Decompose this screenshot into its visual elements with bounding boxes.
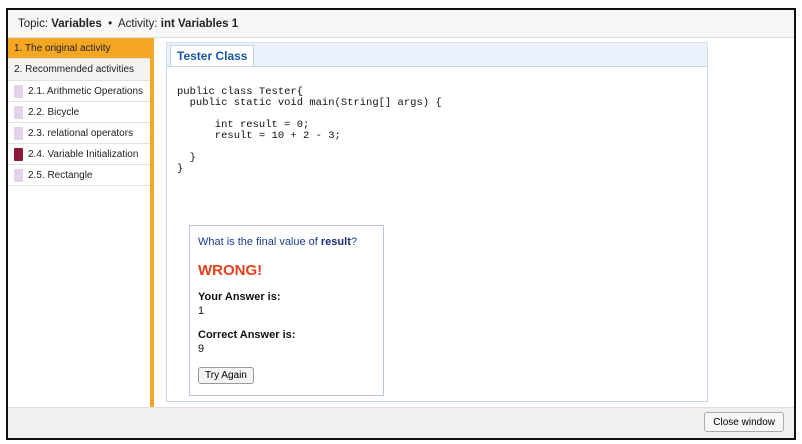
question-box: What is the final value of result? WRONG… — [189, 225, 384, 396]
code-panel: public class Tester{ public static void … — [166, 66, 708, 402]
topbar-separator: • — [108, 18, 113, 30]
sidebar-item-label: 2.4. Variable Initialization — [28, 149, 139, 160]
sidebar-item-label: 2.2. Bicycle — [28, 107, 80, 118]
sidebar-item-label: 2.5. Rectangle — [28, 170, 93, 181]
correct-answer-value: 9 — [198, 343, 205, 355]
activity-swatch-icon — [14, 147, 23, 161]
correct-answer-label: Correct Answer is: — [198, 329, 296, 341]
sidebar-item-variable-initialization[interactable]: 2.4. Variable Initialization — [8, 144, 150, 165]
popup-window: Topic: Variables • Activity: int Variabl… — [6, 8, 796, 440]
sidebar-item-label: 2.1. Arithmetic Operations — [28, 86, 144, 97]
topic-label: Topic: — [18, 18, 49, 30]
sidebar-item-label: 1. The original activity — [14, 43, 111, 54]
topbar: Topic: Variables • Activity: int Variabl… — [8, 10, 794, 38]
question-suffix: ? — [350, 236, 357, 248]
footer-bar: Close window — [8, 407, 794, 438]
activity-swatch-icon — [14, 126, 23, 140]
activity-swatch-icon — [14, 84, 23, 98]
sidebar-item-bicycle[interactable]: 2.2. Bicycle — [8, 102, 150, 123]
tab-strip: Tester Class — [166, 42, 708, 67]
sidebar-item-label: 2. Recommended activities — [14, 64, 135, 75]
main-content: Tester Class public class Tester{ public… — [154, 38, 794, 410]
tab-tester-class[interactable]: Tester Class — [170, 45, 255, 67]
question-variable: result — [320, 236, 351, 248]
activity-swatch-icon — [14, 168, 23, 182]
verdict-text: WRONG! — [198, 262, 263, 279]
activity-label: Activity: — [117, 18, 158, 30]
activity-value: int Variables 1 — [160, 18, 239, 30]
code-block: public class Tester{ public static void … — [177, 86, 442, 175]
topic-value: Variables — [51, 18, 102, 30]
close-window-button[interactable]: Close window — [704, 412, 784, 432]
sidebar-item-original-activity[interactable]: 1. The original activity — [8, 38, 150, 59]
try-again-button[interactable]: Try Again — [198, 367, 254, 384]
sidebar-item-rectangle[interactable]: 2.5. Rectangle — [8, 165, 150, 186]
question-text: What is the final value of result? — [198, 236, 375, 248]
your-answer-value: 1 — [198, 305, 205, 317]
sidebar-item-relational-operators[interactable]: 2.3. relational operators — [8, 123, 150, 144]
sidebar-item-arithmetic-operations[interactable]: 2.1. Arithmetic Operations — [8, 81, 150, 102]
sidebar-item-recommended-header[interactable]: 2. Recommended activities — [8, 59, 150, 81]
sidebar: 1. The original activity 2. Recommended … — [8, 38, 154, 410]
sidebar-item-label: 2.3. relational operators — [28, 128, 134, 139]
question-prefix: What is the final value of — [198, 236, 321, 248]
activity-swatch-icon — [14, 105, 23, 119]
your-answer-label: Your Answer is: — [198, 291, 281, 303]
